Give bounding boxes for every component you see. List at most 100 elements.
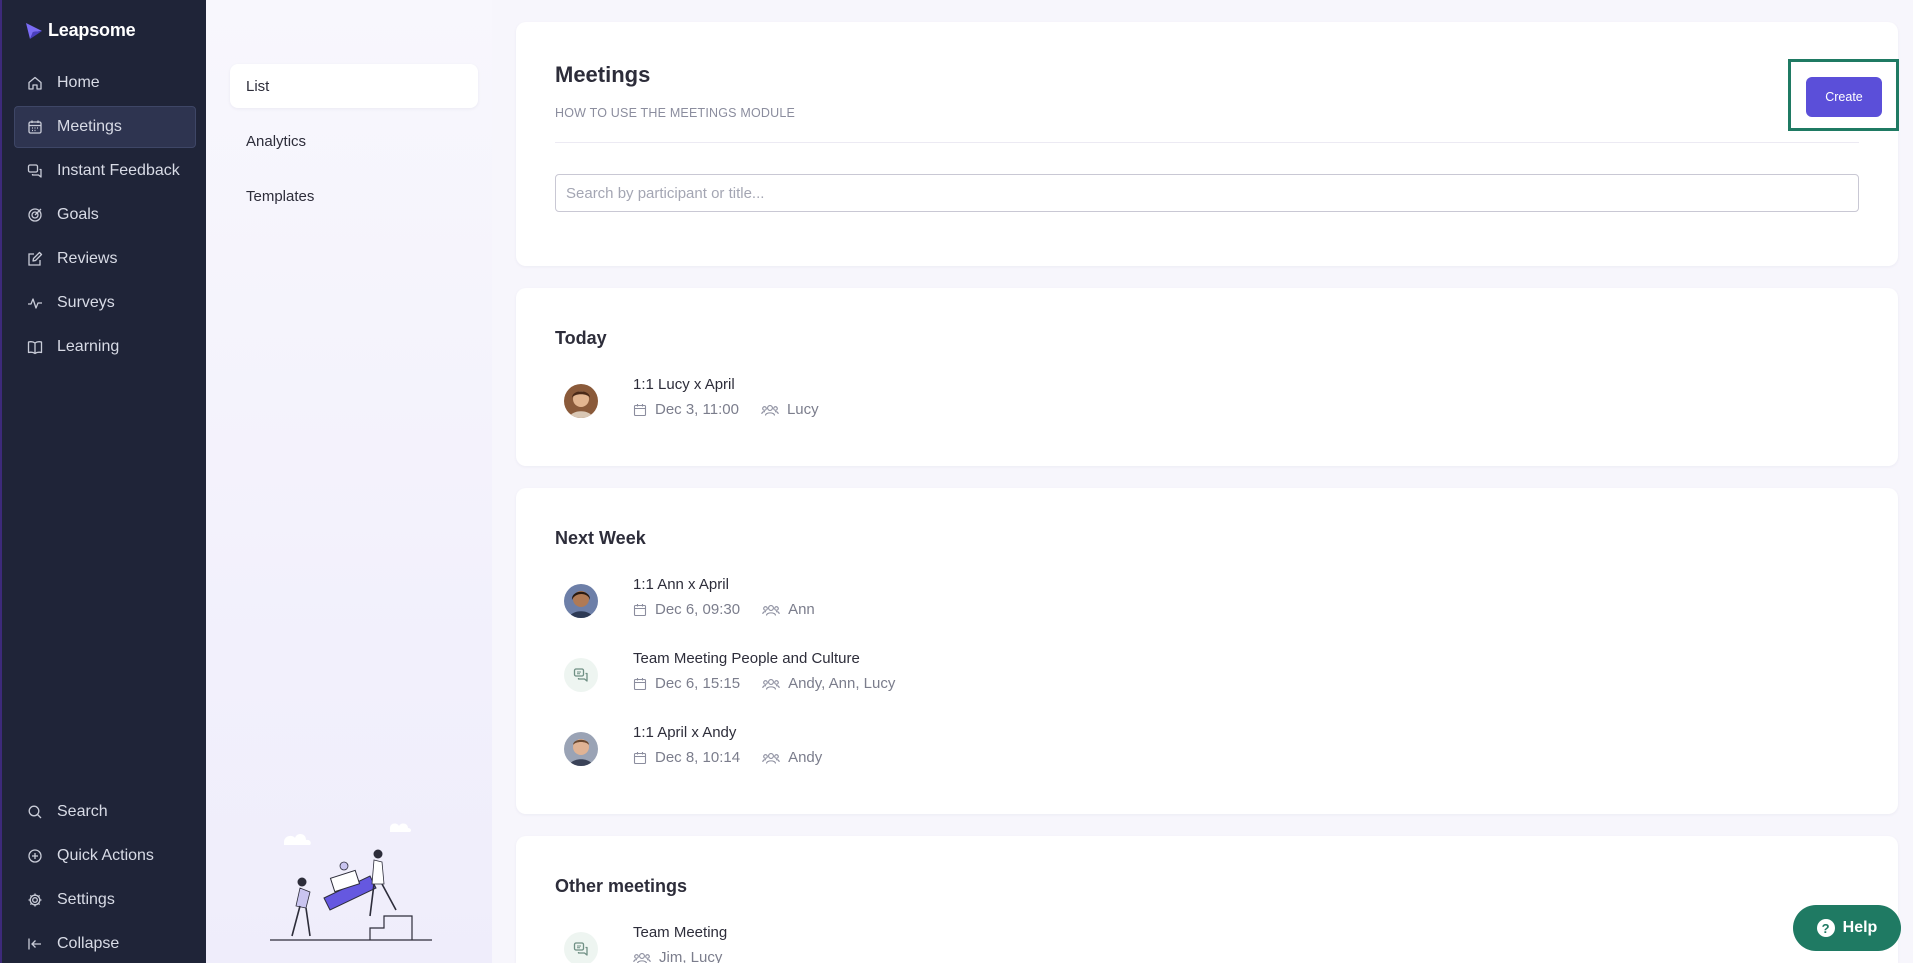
sidebar-item-label: Settings — [57, 891, 115, 908]
submenu-item-analytics[interactable]: Analytics — [230, 119, 478, 163]
meeting-row[interactable]: 1:1 April x Andy Dec 8, 10:14 Andy — [555, 724, 1355, 776]
submenu-item-label: List — [246, 77, 270, 95]
today-section-card: Today 1:1 Lucy x April Dec 3, 11:00 Lucy — [516, 288, 1898, 466]
meeting-date: Dec 6, 09:30 — [655, 601, 741, 618]
meeting-row[interactable]: 1:1 Ann x April Dec 6, 09:30 Ann — [555, 576, 1355, 628]
gear-icon — [28, 893, 42, 907]
main-content: Meetings HOW TO USE THE MEETINGS MODULE … — [492, 0, 1913, 963]
team-meeting-avatar — [564, 658, 598, 692]
meeting-row[interactable]: 1:1 Lucy x April Dec 3, 11:00 Lucy — [555, 376, 1355, 428]
search-input[interactable] — [555, 174, 1859, 212]
create-button[interactable]: Create — [1806, 77, 1882, 117]
meeting-row[interactable]: Team Meeting Jim, Lucy — [555, 924, 1355, 963]
brand-logo[interactable]: Leapsome — [24, 20, 136, 41]
pulse-icon — [28, 298, 42, 309]
sidebar-item-label: Goals — [57, 206, 99, 223]
sidebar-item-reviews[interactable]: Reviews — [14, 238, 196, 280]
sidebar-item-learning[interactable]: Learning — [14, 326, 196, 368]
sidebar-item-search[interactable]: Search — [14, 791, 196, 833]
meeting-title: Team Meeting People and Culture — [633, 650, 860, 667]
main-sidebar: Leapsome Home Meetings Instant Feedback … — [0, 0, 206, 963]
calendar-icon — [633, 403, 647, 416]
participants-icon — [762, 678, 780, 690]
other-meetings-section-card: Other meetings Team Meeting Jim, Lucy — [516, 836, 1898, 963]
meeting-participants: Andy — [788, 749, 823, 766]
sidebar-item-label: Meetings — [57, 118, 122, 135]
participants-icon — [761, 404, 779, 416]
section-title-today: Today — [555, 328, 607, 348]
meetings-submenu: List Analytics Templates — [206, 0, 492, 963]
avatar — [564, 384, 598, 418]
submenu-item-label: Templates — [246, 187, 315, 205]
meeting-meta: Dec 3, 11:00 Lucy — [633, 401, 819, 418]
sidebar-item-label: Reviews — [57, 250, 118, 267]
help-button[interactable]: ? Help — [1793, 905, 1901, 951]
meeting-meta: Jim, Lucy — [633, 949, 722, 963]
meeting-participants: Andy, Ann, Lucy — [788, 675, 896, 692]
question-icon: ? — [1816, 919, 1835, 937]
meeting-title: Team Meeting — [633, 924, 728, 941]
plus-circle-icon — [28, 849, 42, 863]
sidebar-item-collapse[interactable]: Collapse — [14, 923, 196, 963]
meeting-title: 1:1 Lucy x April — [633, 376, 735, 393]
meeting-title: 1:1 Ann x April — [633, 576, 729, 593]
meetings-header-card: Meetings HOW TO USE THE MEETINGS MODULE … — [516, 22, 1899, 266]
chat-icon — [573, 668, 588, 682]
meeting-date: Dec 6, 15:15 — [655, 675, 741, 692]
home-icon — [28, 76, 42, 90]
sidebar-item-surveys[interactable]: Surveys — [14, 282, 196, 324]
meeting-title: 1:1 April x Andy — [633, 724, 737, 741]
meeting-participants: Lucy — [786, 401, 819, 418]
sidebar-item-goals[interactable]: Goals — [14, 194, 196, 236]
submenu-item-templates[interactable]: Templates — [230, 174, 478, 218]
meeting-row[interactable]: Team Meeting People and Culture Dec 6, 1… — [555, 650, 1355, 702]
avatar — [564, 732, 598, 766]
leapsome-logo-icon — [26, 22, 42, 39]
sidebar-item-settings[interactable]: Settings — [14, 879, 196, 921]
sidebar-item-home[interactable]: Home — [14, 62, 196, 104]
page-title: Meetings — [555, 62, 651, 87]
next-week-section-card: Next Week 1:1 Ann x April Dec 6, 09:30 A… — [516, 488, 1898, 814]
participants-icon — [762, 604, 780, 616]
participants-icon — [762, 752, 780, 764]
people-carrying-illustration — [270, 823, 432, 941]
participants-icon — [633, 952, 651, 963]
meeting-participants: Ann — [788, 601, 815, 618]
team-meeting-avatar — [564, 932, 598, 963]
sidebar-item-label: Learning — [57, 338, 120, 355]
brand-name: Leapsome — [48, 20, 136, 40]
edit-icon — [28, 251, 43, 266]
header-divider — [555, 142, 1859, 143]
meeting-meta: Dec 8, 10:14 Andy — [633, 749, 822, 766]
meeting-meta: Dec 6, 09:30 Ann — [633, 601, 815, 618]
sidebar-item-meetings[interactable]: Meetings — [14, 106, 196, 148]
search-icon — [28, 805, 42, 819]
calendar-icon — [633, 751, 647, 764]
sidebar-item-label: Quick Actions — [57, 847, 154, 864]
avatar — [564, 584, 598, 618]
meeting-participants: Jim, Lucy — [659, 949, 723, 963]
section-title-other-meetings: Other meetings — [555, 876, 688, 896]
collapse-icon — [28, 938, 41, 950]
chat-icon — [27, 164, 42, 178]
how-to-link[interactable]: HOW TO USE THE MEETINGS MODULE — [555, 106, 795, 120]
target-icon — [28, 208, 42, 222]
submenu-item-list[interactable]: List — [230, 64, 478, 108]
book-icon — [27, 341, 43, 355]
calendar-icon — [633, 677, 647, 690]
sidebar-item-label: Instant Feedback — [57, 162, 180, 179]
help-label: Help — [1842, 919, 1878, 936]
sidebar-item-quick-actions[interactable]: Quick Actions — [14, 835, 196, 877]
submenu-item-label: Analytics — [246, 132, 307, 150]
sidebar-item-label: Search — [57, 803, 108, 820]
meeting-date: Dec 3, 11:00 — [655, 401, 739, 418]
sidebar-item-label: Home — [57, 74, 100, 91]
main-nav: Home Meetings Instant Feedback Goals Rev… — [14, 62, 196, 370]
sidebar-bottom-nav: Search Quick Actions Settings Collapse — [14, 791, 196, 963]
create-button-highlight: Create — [1788, 59, 1899, 131]
calendar-icon — [28, 120, 42, 134]
meeting-meta: Dec 6, 15:15 Andy, Ann, Lucy — [633, 675, 895, 692]
sidebar-item-instant-feedback[interactable]: Instant Feedback — [14, 150, 196, 192]
chat-icon — [573, 942, 588, 956]
section-title-next-week: Next Week — [555, 528, 646, 548]
